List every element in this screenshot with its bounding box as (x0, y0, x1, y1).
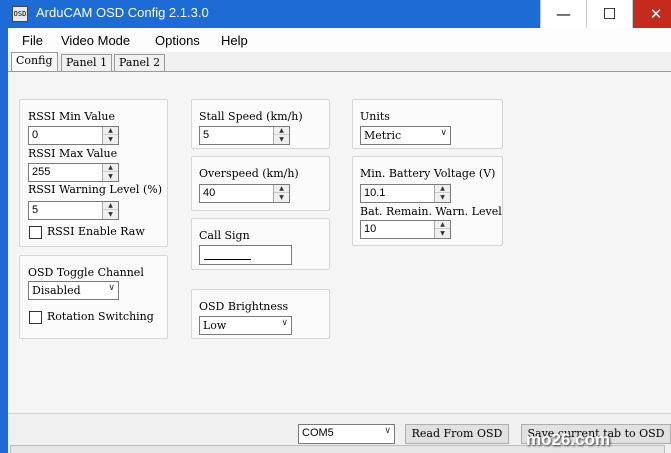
rssi-min-spinner[interactable]: 0 ▲ ▼ (28, 126, 119, 145)
close-button[interactable]: ✕ (632, 0, 671, 28)
overspeed-spinner[interactable]: 40 ▲ ▼ (199, 184, 290, 203)
config-tab-panel: RSSI Min Value 0 ▲ ▼ RSSI Max Value 255 … (8, 71, 671, 413)
rssi-enable-raw-checkbox[interactable] (29, 226, 42, 239)
overspeed-group: Overspeed (km/h) 40 ▲ ▼ (191, 156, 330, 211)
tab-panel-1[interactable]: Panel 1 (61, 54, 113, 72)
spin-down-icon[interactable]: ▼ (435, 230, 450, 238)
spin-up-icon[interactable]: ▲ (103, 164, 118, 172)
spin-down-icon[interactable]: ▼ (103, 136, 118, 144)
menu-video-mode[interactable]: Video Mode (61, 33, 130, 48)
watermark-logo: mo26.com (526, 430, 611, 449)
units-label: Units (360, 110, 390, 123)
call-sign-group: Call Sign (191, 218, 330, 270)
spin-down-icon[interactable]: ▼ (435, 194, 450, 202)
stall-speed-spinner[interactable]: 5 ▲ ▼ (199, 126, 290, 145)
rssi-min-label: RSSI Min Value (28, 110, 115, 123)
spin-down-icon[interactable]: ▼ (274, 136, 289, 144)
app-icon: OSD (12, 6, 28, 22)
spin-down-icon[interactable]: ▼ (103, 173, 118, 181)
rssi-warning-value: 5 (32, 204, 39, 216)
osd-brightness-group: OSD Brightness Low ∨ (191, 289, 330, 339)
chevron-down-icon: ∨ (281, 318, 288, 328)
stall-speed-label: Stall Speed (km/h) (199, 110, 303, 123)
spin-up-icon[interactable]: ▲ (103, 127, 118, 135)
units-group: Units Metric ∨ (352, 99, 503, 149)
menu-options[interactable]: Options (155, 33, 200, 48)
overspeed-label: Overspeed (km/h) (199, 167, 299, 180)
rssi-max-label: RSSI Max Value (28, 147, 118, 160)
app-window: OSD ArduCAM OSD Config 2.1.3.0 — ☐ ✕ Fil… (0, 0, 671, 453)
overspeed-value: 40 (203, 187, 216, 199)
rotation-switching-label: Rotation Switching (47, 310, 154, 323)
rssi-warning-label: RSSI Warning Level (%) (28, 183, 162, 196)
rssi-min-value: 0 (32, 129, 39, 141)
stall-speed-value: 5 (203, 129, 210, 141)
osd-toggle-label: OSD Toggle Channel (28, 266, 144, 279)
call-sign-input[interactable] (199, 245, 292, 265)
units-value: Metric (364, 129, 402, 142)
battery-remain-warn-label: Bat. Remain. Warn. Level (360, 205, 502, 218)
window-title: ArduCAM OSD Config 2.1.3.0 (36, 5, 209, 20)
spin-up-icon[interactable]: ▲ (274, 127, 289, 135)
tab-config[interactable]: Config (11, 52, 58, 72)
minimize-button[interactable]: — (540, 0, 586, 28)
rssi-max-value: 255 (32, 166, 51, 178)
osd-toggle-group: OSD Toggle Channel Disabled ∨ Rotation S… (19, 255, 168, 339)
rssi-enable-raw-label: RSSI Enable Raw (47, 225, 145, 238)
battery-remain-warn-value: 10 (364, 223, 377, 235)
spin-up-icon[interactable]: ▲ (435, 185, 450, 193)
tab-panel-2[interactable]: Panel 2 (114, 54, 166, 72)
chevron-down-icon: ∨ (108, 283, 115, 293)
chevron-down-icon: ∨ (440, 128, 447, 138)
osd-brightness-select[interactable]: Low ∨ (199, 316, 292, 335)
maximize-button[interactable]: ☐ (586, 0, 632, 28)
spin-down-icon[interactable]: ▼ (274, 194, 289, 202)
rssi-group: RSSI Min Value 0 ▲ ▼ RSSI Max Value 255 … (19, 99, 168, 247)
menu-help[interactable]: Help (221, 33, 248, 48)
menu-bar: File Video Mode Options Help (8, 28, 671, 52)
com-port-value: COM5 (302, 427, 334, 439)
min-battery-voltage-value: 10.1 (364, 187, 386, 199)
call-sign-label: Call Sign (199, 229, 250, 242)
spin-down-icon[interactable]: ▼ (103, 211, 118, 219)
chevron-down-icon: ∨ (384, 426, 391, 436)
osd-toggle-select[interactable]: Disabled ∨ (28, 281, 119, 300)
units-select[interactable]: Metric ∨ (360, 126, 451, 145)
rotation-switching-checkbox[interactable] (29, 311, 42, 324)
spin-up-icon[interactable]: ▲ (435, 221, 450, 229)
tab-strip: Config Panel 1 Panel 2 (8, 52, 671, 72)
osd-brightness-value: Low (203, 319, 227, 332)
title-bar: OSD ArduCAM OSD Config 2.1.3.0 — ☐ ✕ (8, 0, 671, 28)
min-battery-voltage-spinner[interactable]: 10.1 ▲ ▼ (360, 184, 451, 203)
osd-brightness-label: OSD Brightness (199, 300, 289, 313)
min-battery-voltage-label: Min. Battery Voltage (V) (360, 167, 496, 180)
rssi-warning-spinner[interactable]: 5 ▲ ▼ (28, 201, 119, 220)
spin-up-icon[interactable]: ▲ (103, 202, 118, 210)
osd-toggle-value: Disabled (32, 284, 81, 297)
menu-file[interactable]: File (22, 33, 43, 48)
battery-group: Min. Battery Voltage (V) 10.1 ▲ ▼ Bat. R… (352, 156, 503, 246)
com-port-select[interactable]: COM5 ∨ (298, 424, 395, 444)
stall-speed-group: Stall Speed (km/h) 5 ▲ ▼ (191, 99, 330, 149)
rssi-max-spinner[interactable]: 255 ▲ ▼ (28, 163, 119, 182)
battery-remain-warn-spinner[interactable]: 10 ▲ ▼ (360, 220, 451, 239)
spin-up-icon[interactable]: ▲ (274, 185, 289, 193)
read-from-osd-button[interactable]: Read From OSD (405, 424, 509, 444)
